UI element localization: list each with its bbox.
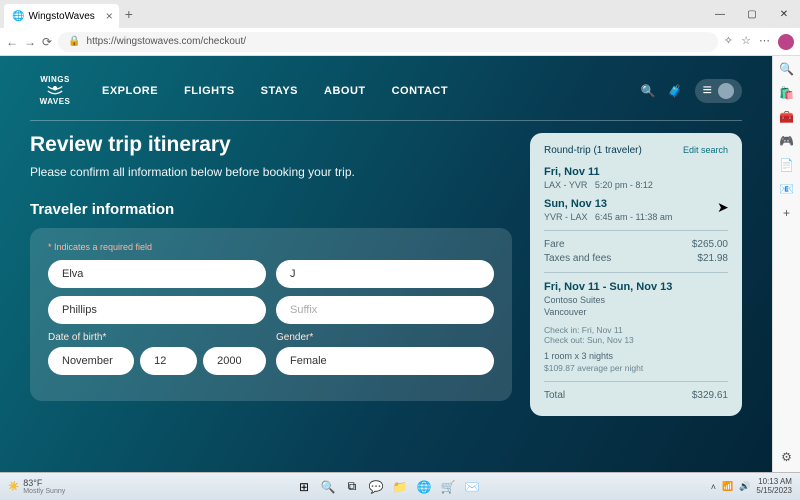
divider xyxy=(30,120,742,121)
section-heading: Traveler information xyxy=(30,201,512,218)
summary-header: Round-trip (1 traveler) xyxy=(544,145,642,156)
window-controls: — ▢ ✕ xyxy=(704,9,800,20)
weather-widget[interactable]: ☀️ 83°F Mostly Sunny xyxy=(0,478,73,495)
dob-month-select[interactable] xyxy=(48,347,134,375)
middle-name-input[interactable] xyxy=(276,260,494,288)
sidebar-settings-icon[interactable]: ⚙ xyxy=(781,450,792,464)
clock[interactable]: 10:13 AM 5/15/2023 xyxy=(756,478,792,496)
tray-chevron-icon[interactable]: ˄ xyxy=(711,482,716,492)
tab-favicon: 🌐 xyxy=(12,11,24,22)
traveler-form: * Indicates a required field Date of bir… xyxy=(30,228,512,401)
page-subtitle: Please confirm all information below bef… xyxy=(30,165,512,179)
new-tab-button[interactable]: + xyxy=(125,6,133,22)
explorer-icon[interactable]: 📁 xyxy=(391,478,409,496)
sidebar-office-icon[interactable]: 📄 xyxy=(779,158,794,172)
windows-taskbar: ☀️ 83°F Mostly Sunny ⊞ 🔍 ⧉ 💬 📁 🌐 🛒 ✉️ ˄ … xyxy=(0,472,800,500)
gender-select[interactable] xyxy=(276,347,494,375)
nav-contact[interactable]: CONTACT xyxy=(392,85,448,97)
tab-title: WingstoWaves xyxy=(28,11,94,22)
required-note: * Indicates a required field xyxy=(48,242,494,252)
close-window-button[interactable]: ✕ xyxy=(768,9,800,20)
nav-about[interactable]: ABOUT xyxy=(324,85,366,97)
nav-links: EXPLORE FLIGHTS STAYS ABOUT CONTACT xyxy=(102,85,448,97)
sidebar-shopping-icon[interactable]: 🛍️ xyxy=(779,86,794,100)
search-icon[interactable]: 🔍 xyxy=(641,84,656,98)
luggage-icon[interactable]: 🧳 xyxy=(668,84,683,98)
account-pill[interactable]: ≡ xyxy=(695,79,742,103)
address-bar: ← → ⟳ 🔒 https://wingstowaves.com/checkou… xyxy=(0,28,800,56)
last-name-input[interactable] xyxy=(48,296,266,324)
maximize-button[interactable]: ▢ xyxy=(736,9,768,20)
dob-label: Date of birth* xyxy=(48,332,266,343)
stay-dates: Fri, Nov 11 - Sun, Nov 13 xyxy=(544,281,728,293)
browser-titlebar: 🌐 WingstoWaves × + — ▢ ✕ xyxy=(0,0,800,28)
start-button[interactable]: ⊞ xyxy=(295,478,313,496)
logo-icon xyxy=(46,84,64,98)
suffix-input[interactable] xyxy=(276,296,494,324)
hamburger-icon: ≡ xyxy=(703,82,712,100)
edge-icon[interactable]: 🌐 xyxy=(415,478,433,496)
sidebar-outlook-icon[interactable]: 📧 xyxy=(779,182,794,196)
sidebar-search-icon[interactable]: 🔍 xyxy=(779,62,794,76)
return-date: Sun, Nov 13 xyxy=(544,198,728,210)
dob-day-select[interactable] xyxy=(140,347,197,375)
wifi-icon[interactable]: 📶 xyxy=(722,481,733,492)
extensions-icon[interactable]: ✧ xyxy=(724,34,733,50)
system-tray[interactable]: ˄ 📶 🔊 10:13 AM 5/15/2023 xyxy=(703,478,800,496)
sidebar-games-icon[interactable]: 🎮 xyxy=(779,134,794,148)
close-icon[interactable]: × xyxy=(106,9,113,23)
page-content: WINGS WAVES EXPLORE FLIGHTS STAYS ABOUT … xyxy=(0,56,772,472)
url-text: https://wingstowaves.com/checkout/ xyxy=(87,36,247,47)
mail-icon[interactable]: ✉️ xyxy=(463,478,481,496)
site-header: WINGS WAVES EXPLORE FLIGHTS STAYS ABOUT … xyxy=(0,56,772,120)
nav-explore[interactable]: EXPLORE xyxy=(102,85,158,97)
user-avatar-icon xyxy=(718,83,734,99)
favorites-icon[interactable]: ☆ xyxy=(741,34,751,50)
url-input[interactable]: 🔒 https://wingstowaves.com/checkout/ xyxy=(58,32,718,52)
sun-icon: ☀️ xyxy=(8,481,19,492)
edit-search-link[interactable]: Edit search xyxy=(683,145,728,156)
sidebar-add-icon[interactable]: + xyxy=(783,206,790,220)
nav-flights[interactable]: FLIGHTS xyxy=(184,85,235,97)
sidebar-tools-icon[interactable]: 🧰 xyxy=(779,110,794,124)
taskbar-search-icon[interactable]: 🔍 xyxy=(319,478,337,496)
back-button[interactable]: ← xyxy=(6,35,18,49)
trip-summary-card: Round-trip (1 traveler) Edit search Fri,… xyxy=(530,133,742,416)
edge-sidebar: 🔍 🛍️ 🧰 🎮 📄 📧 + ⚙ xyxy=(772,56,800,472)
outbound-date: Fri, Nov 11 xyxy=(544,166,728,178)
nav-stays[interactable]: STAYS xyxy=(261,85,298,97)
taskbar-center: ⊞ 🔍 ⧉ 💬 📁 🌐 🛒 ✉️ xyxy=(295,478,481,496)
forward-button[interactable]: → xyxy=(24,35,36,49)
refresh-button[interactable]: ⟳ xyxy=(42,35,52,49)
logo[interactable]: WINGS WAVES xyxy=(30,70,80,112)
task-view-icon[interactable]: ⧉ xyxy=(343,478,361,496)
store-icon[interactable]: 🛒 xyxy=(439,478,457,496)
gender-label: Gender* xyxy=(276,332,494,343)
menu-icon[interactable]: ⋯ xyxy=(759,34,770,50)
minimize-button[interactable]: — xyxy=(704,9,736,20)
page-title: Review trip itinerary xyxy=(30,133,512,157)
lock-icon: 🔒 xyxy=(68,36,80,47)
browser-tab[interactable]: 🌐 WingstoWaves × xyxy=(4,4,119,28)
dob-year-select[interactable] xyxy=(203,347,266,375)
profile-avatar[interactable] xyxy=(778,34,794,50)
volume-icon[interactable]: 🔊 xyxy=(739,481,750,492)
widgets-icon[interactable]: 💬 xyxy=(367,478,385,496)
first-name-input[interactable] xyxy=(48,260,266,288)
